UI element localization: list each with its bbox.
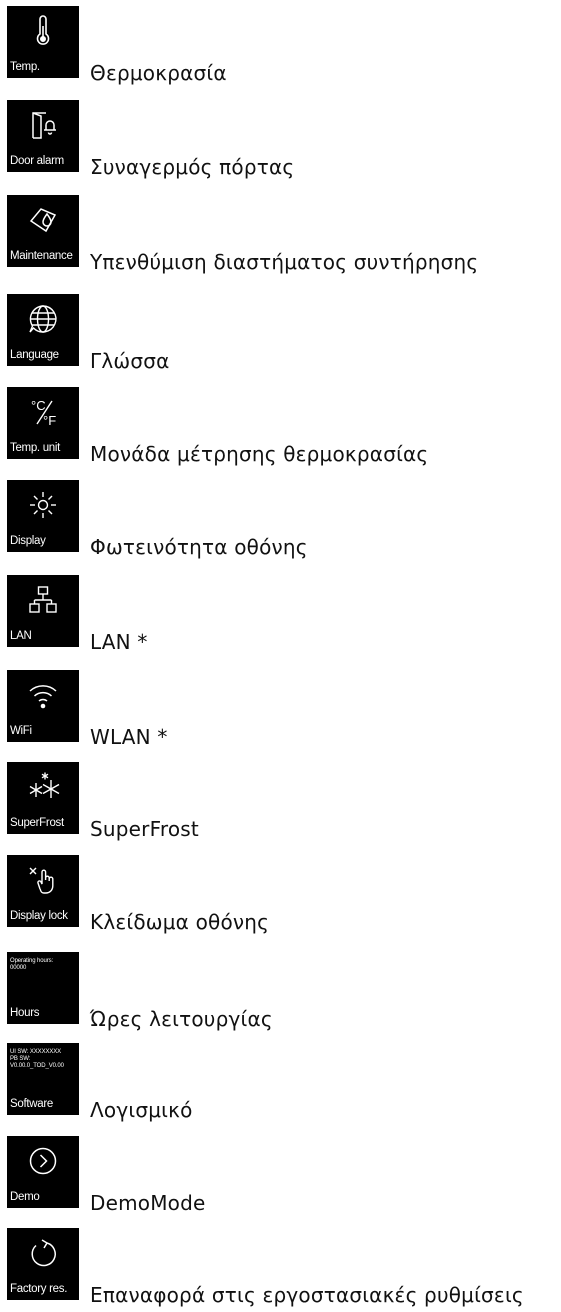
menu-item-display-brightness[interactable]: Display Φωτεινότητα οθόνης [0,480,561,560]
globe-icon [7,296,79,342]
menu-tile-factory-reset[interactable]: Factory res. [7,1228,79,1300]
menu-tile-caption: SuperFrost [10,817,64,829]
menu-tile-caption: Display lock [10,910,68,922]
menu-item-software[interactable]: UI SW: XXXXXXXX PB SW: V0.00.0_TOD_V0.00… [0,1043,561,1123]
superfrost-icon [7,764,79,810]
wifi-icon [7,672,79,718]
menu-tile-door-alarm[interactable]: Door alarm [7,100,79,172]
menu-tile-caption: Factory res. [10,1283,68,1295]
menu-item-label: Κλείδωμα οθόνης [90,910,270,934]
fahrenheit-glyph: °F [43,413,56,428]
menu-item-label: Επαναφορά στις εργοστασιακές ρυθμίσεις [90,1283,524,1307]
brightness-icon [7,482,79,528]
menu-item-label: LAN * [90,630,148,654]
menu-tile-display-lock[interactable]: Display lock [7,855,79,927]
menu-item-door-alarm[interactable]: Door alarm Συναγερμός πόρτας [0,100,561,180]
menu-tile-software[interactable]: UI SW: XXXXXXXX PB SW: V0.00.0_TOD_V0.00… [7,1043,79,1115]
menu-tile-caption: Language [10,349,59,361]
operating-hours-readout: Operating hours: 00000 [10,958,54,971]
menu-tile-caption: Hours [10,1007,40,1019]
menu-tile-caption: LAN [10,630,32,642]
menu-tile-language[interactable]: Language [7,294,79,366]
menu-item-lan[interactable]: LAN LAN * [0,575,561,655]
menu-tile-temp-unit[interactable]: °C °F Temp. unit [7,387,79,459]
maintenance-icon [7,197,79,243]
menu-tile-temperature[interactable]: Temp. [7,6,79,78]
menu-item-language[interactable]: Language Γλώσσα [0,294,561,374]
menu-item-label: Γλώσσα [90,349,170,373]
menu-tile-caption: WiFi [10,725,32,737]
menu-item-label: WLAN * [90,725,168,749]
menu-tile-maintenance[interactable]: Maintenance [7,195,79,267]
menu-item-label: Θερμοκρασία [90,61,227,85]
menu-tile-caption: Display [10,535,46,547]
menu-item-label: Συναγερμός πόρτας [90,155,295,179]
menu-tile-caption: Temp. [10,61,40,73]
menu-tile-caption: Software [10,1098,53,1110]
display-lock-icon [7,857,79,903]
menu-item-label: Λογισμικό [90,1098,193,1122]
menu-item-label: DemoMode [90,1191,206,1215]
settings-menu-list: Temp. Θερμοκρασία Door alarm Συναγερμός … [0,0,561,1312]
menu-item-temp-unit[interactable]: °C °F Temp. unit Μονάδα μέτρησης θερμοκρ… [0,387,561,467]
menu-tile-demo[interactable]: Demo [7,1136,79,1208]
menu-tile-caption: Door alarm [10,155,64,167]
play-circle-icon [7,1138,79,1184]
network-icon [7,577,79,623]
menu-item-label: Μονάδα μέτρησης θερμοκρασίας [90,442,429,466]
factory-reset-icon [7,1230,79,1276]
software-version-readout: UI SW: XXXXXXXX PB SW: V0.00.0_TOD_V0.00 [10,1049,64,1069]
menu-item-label: Υπενθύμιση διαστήματος συντήρησης [90,250,479,274]
menu-tile-caption: Maintenance [10,250,73,262]
thermometer-icon [7,8,79,54]
menu-item-hours[interactable]: Operating hours: 00000 Hours Ώρες λειτου… [0,952,561,1032]
menu-item-label: Ώρες λειτουργίας [90,1007,273,1031]
menu-tile-caption: Temp. unit [10,442,61,454]
menu-item-factory-reset[interactable]: Factory res. Επαναφορά στις εργοστασιακέ… [0,1228,561,1308]
menu-tile-display[interactable]: Display [7,480,79,552]
menu-tile-caption: Demo [10,1191,40,1203]
menu-item-demo-mode[interactable]: Demo DemoMode [0,1136,561,1216]
menu-item-maintenance[interactable]: Maintenance Υπενθύμιση διαστήματος συντή… [0,195,561,275]
menu-tile-wifi[interactable]: WiFi [7,670,79,742]
menu-item-display-lock[interactable]: Display lock Κλείδωμα οθόνης [0,855,561,935]
menu-item-label: SuperFrost [90,817,199,841]
menu-item-label: Φωτεινότητα οθόνης [90,535,308,559]
celsius-fahrenheit-icon: °C °F [7,389,79,435]
door-alarm-icon [7,102,79,148]
celsius-glyph: °C [31,398,46,413]
menu-tile-hours[interactable]: Operating hours: 00000 Hours [7,952,79,1024]
menu-item-superfrost[interactable]: SuperFrost SuperFrost [0,762,561,842]
menu-tile-lan[interactable]: LAN [7,575,79,647]
menu-item-wlan[interactable]: WiFi WLAN * [0,670,561,750]
menu-item-temperature[interactable]: Temp. Θερμοκρασία [0,6,561,86]
menu-tile-superfrost[interactable]: SuperFrost [7,762,79,834]
